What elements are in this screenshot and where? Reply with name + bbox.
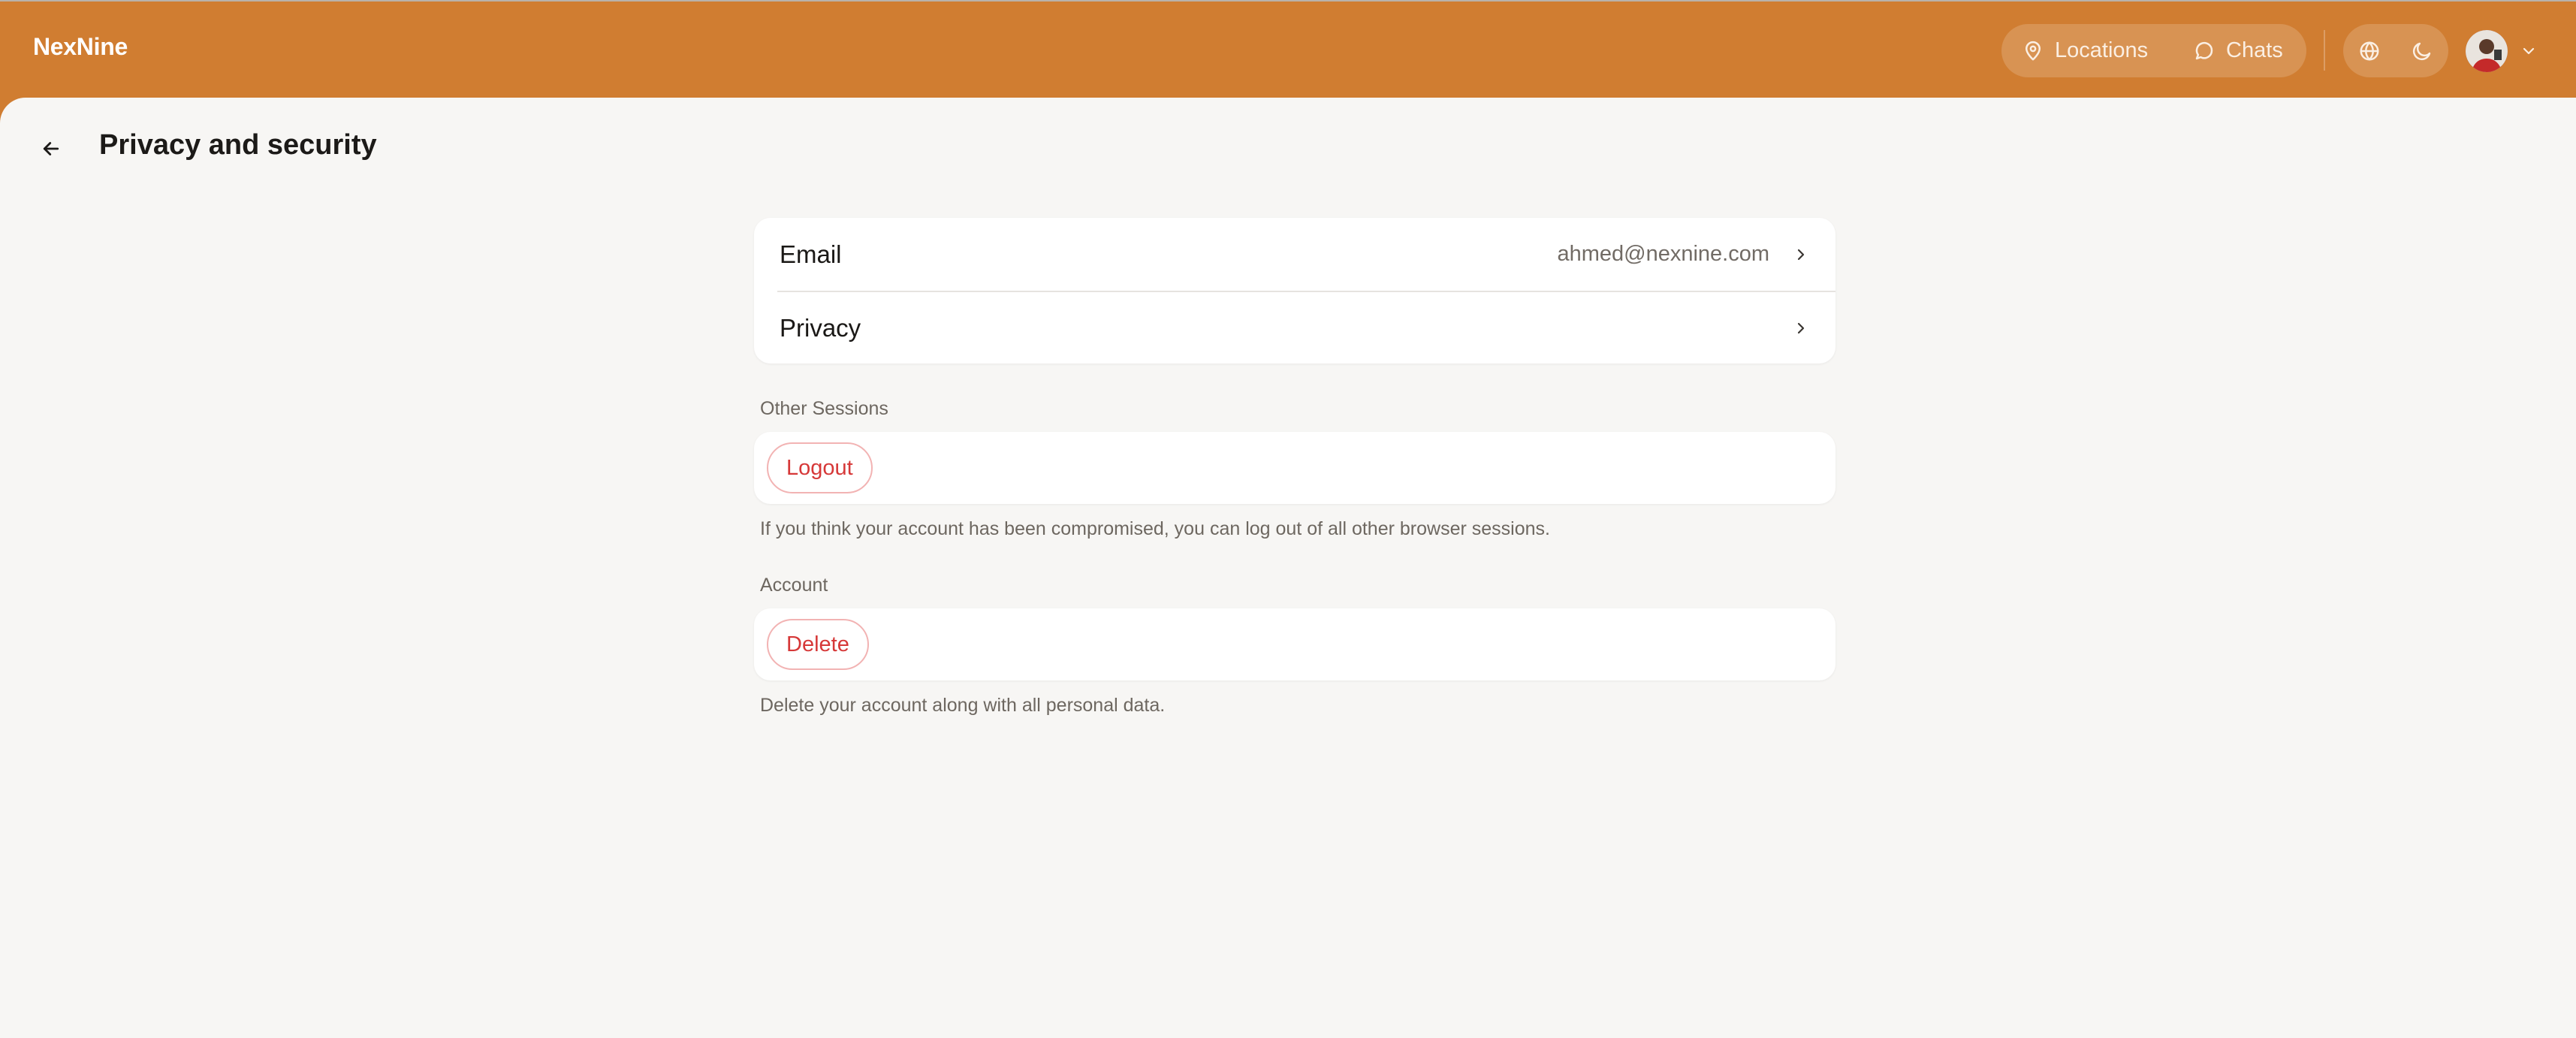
email-row-value: ahmed@nexnine.com bbox=[1557, 242, 1769, 266]
language-button[interactable] bbox=[2343, 24, 2396, 77]
other-sessions-heading: Other Sessions bbox=[760, 398, 888, 419]
brand-logo[interactable]: NexNine bbox=[33, 33, 128, 61]
nav-locations-label: Locations bbox=[2055, 38, 2149, 62]
avatar-image bbox=[2466, 30, 2508, 72]
email-row-label: Email bbox=[780, 240, 842, 268]
delete-account-button[interactable]: Delete bbox=[767, 619, 869, 670]
account-settings-card: Email ahmed@nexnine.com Privacy bbox=[754, 218, 1835, 364]
top-bar: NexNine Locations Chats bbox=[0, 0, 2576, 98]
main-nav: Locations Chats bbox=[2001, 24, 2306, 77]
chevron-down-icon bbox=[2523, 47, 2535, 55]
settings-column: Email ahmed@nexnine.com Privacy Other Se… bbox=[754, 218, 1835, 717]
user-menu[interactable] bbox=[2466, 29, 2548, 74]
page-title: Privacy and security bbox=[99, 129, 377, 161]
arrow-left-icon bbox=[43, 142, 59, 155]
chat-bubble-icon bbox=[2195, 41, 2213, 59]
map-pin-icon bbox=[2026, 41, 2041, 60]
nav-chats-label: Chats bbox=[2226, 38, 2283, 62]
header-divider bbox=[2324, 30, 2325, 71]
avatar[interactable] bbox=[2466, 30, 2508, 72]
globe-icon bbox=[2360, 41, 2379, 60]
page-content: Privacy and security Email ahmed@nexnine… bbox=[0, 98, 2576, 1038]
logout-description: If you think your account has been compr… bbox=[760, 518, 1550, 539]
privacy-row[interactable]: Privacy bbox=[777, 291, 1835, 364]
theme-toggle-button[interactable] bbox=[2396, 24, 2448, 77]
tool-group bbox=[2343, 24, 2448, 77]
back-button[interactable] bbox=[33, 131, 69, 167]
chevron-right-icon bbox=[1797, 249, 1805, 260]
moon-icon bbox=[2412, 42, 2431, 60]
privacy-row-label: Privacy bbox=[780, 313, 861, 342]
account-heading: Account bbox=[760, 575, 828, 596]
nav-chats-link[interactable]: Chats bbox=[2193, 24, 2283, 77]
email-row[interactable]: Email ahmed@nexnine.com bbox=[754, 218, 1835, 291]
account-card: Delete bbox=[754, 608, 1835, 680]
logout-button[interactable]: Logout bbox=[767, 442, 873, 493]
nav-locations-link[interactable]: Locations bbox=[2022, 24, 2148, 77]
chevron-right-icon bbox=[1797, 322, 1805, 333]
other-sessions-card: Logout bbox=[754, 432, 1835, 504]
delete-description: Delete your account along with all perso… bbox=[760, 695, 1166, 716]
